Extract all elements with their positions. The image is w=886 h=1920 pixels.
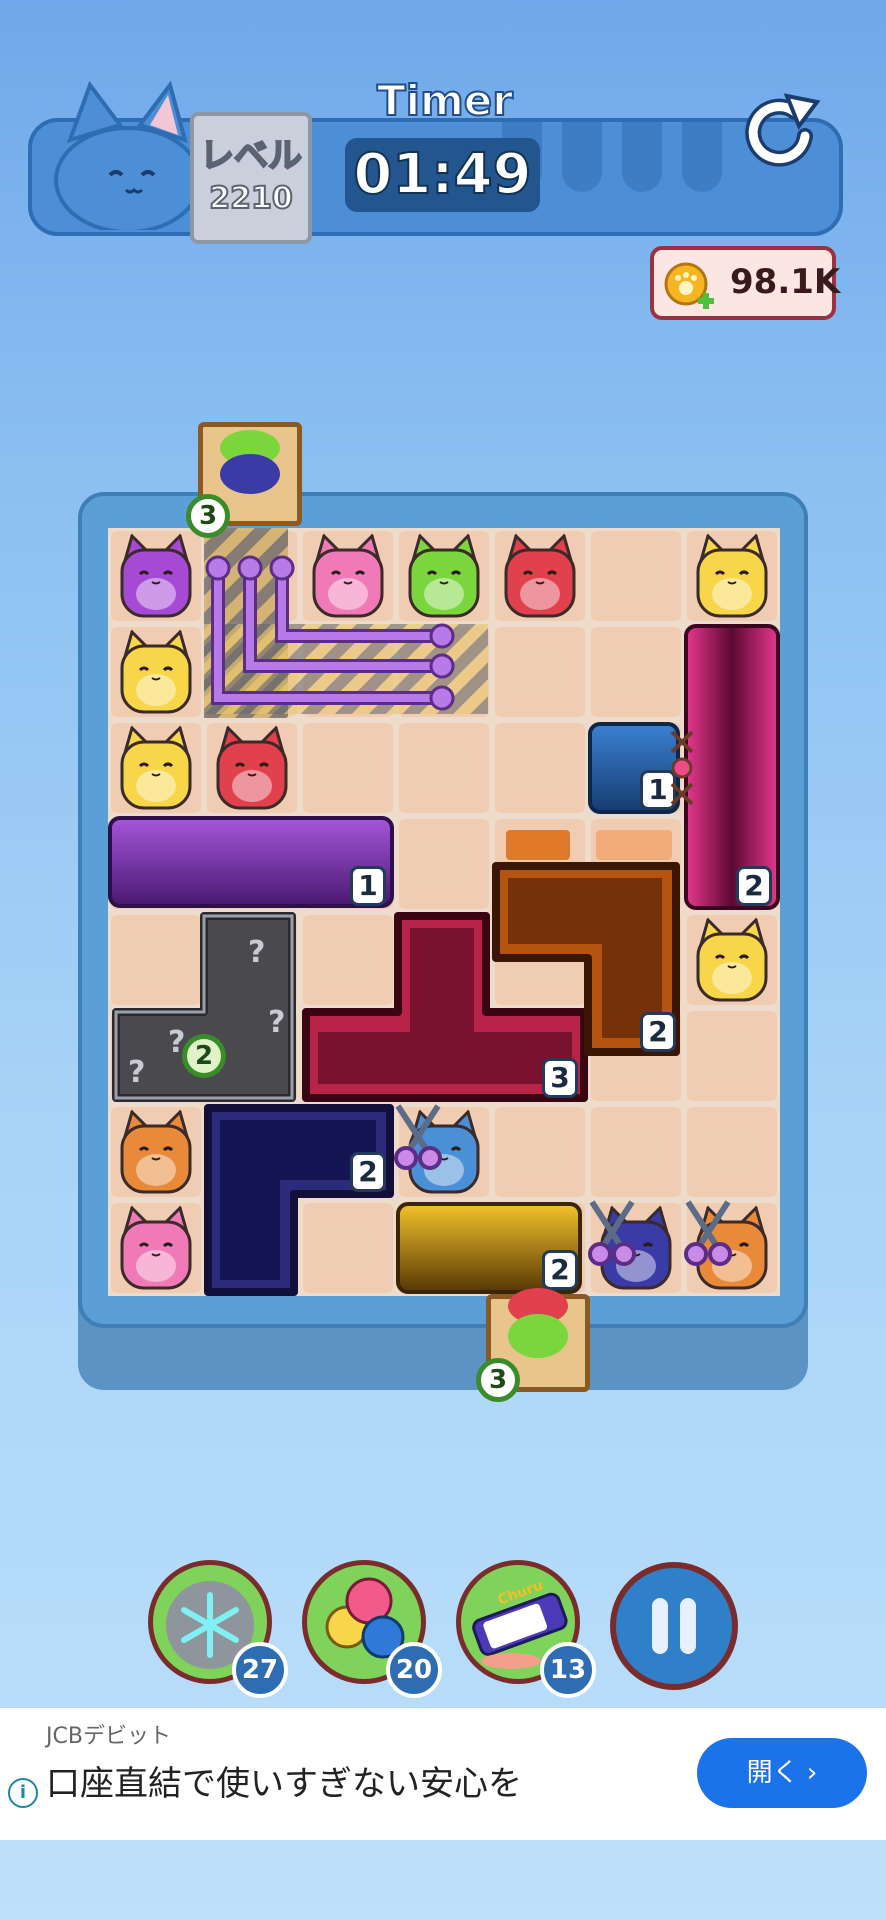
block-count-badge: 1 [350,866,386,906]
cat-icon[interactable] [212,726,292,810]
level-number: 2210 [208,180,294,217]
grid-cell [591,627,681,717]
cat-icon[interactable] [116,1206,196,1290]
ad-brand: JCBデビット [46,1724,171,1749]
blue-cat-mascot-icon [54,80,200,230]
banner-stripe [682,122,722,192]
navy-l-block[interactable] [204,1104,394,1296]
cat-icon[interactable] [116,726,196,810]
pause-button[interactable] [610,1562,738,1690]
svg-text:?: ? [248,935,265,970]
box-cats-icon [220,430,280,494]
cat-icon[interactable] [404,534,484,618]
level-label: レベル [199,135,303,177]
grid-cell [495,627,585,717]
ad-open-button[interactable]: 開く › [697,1738,867,1808]
timer-label: Timer [376,75,514,126]
ad-banner[interactable]: JCBデビット 口座直結で使いすぎない安心を i 開く › [0,1708,886,1840]
ad-message: 口座直結で使いすぎない安心を [46,1764,522,1804]
box-cats-icon [508,1288,568,1358]
block-count-badge: 2 [640,1012,676,1052]
level-indicator: レベル 2210 [190,112,312,244]
grid-cell [495,723,585,813]
cat-icon[interactable] [116,534,196,618]
block-count-badge: 3 [542,1058,578,1098]
paw-coin-icon [664,262,714,309]
grid-cell [591,531,681,621]
timer-value: 01:49 [345,138,540,212]
grid-cell [495,1107,585,1197]
grid-cell [591,1107,681,1197]
scissors-icon [684,1200,732,1266]
box-count-badge: 3 [476,1358,520,1402]
pause-icon [652,1598,696,1654]
cat-icon[interactable] [116,1110,196,1194]
cat-icon[interactable] [116,630,196,714]
block-count-badge: 2 [182,1034,226,1078]
coin-amount: 98.1K [730,262,841,302]
ad-open-label: 開く [746,1758,799,1788]
scissors-icon [588,1200,636,1266]
cat-icon[interactable] [692,918,772,1002]
booster-count: 13 [540,1642,596,1698]
svg-text:?: ? [128,1055,145,1090]
banner-stripe [622,122,662,192]
banner-stripe [562,122,602,192]
scissors-icon [394,1104,442,1170]
booster-count: 27 [232,1642,288,1698]
orange-slot [596,830,672,860]
grid-cell [687,1011,777,1101]
svg-text:?: ? [268,1005,285,1040]
grid-cell [303,723,393,813]
block-count-badge: 2 [736,866,772,906]
box-count-badge: 3 [186,494,230,538]
restart-button[interactable] [735,88,825,178]
booster-count: 20 [386,1642,442,1698]
cat-icon[interactable] [692,534,772,618]
cat-icon[interactable] [500,534,580,618]
ad-info-icon[interactable]: i [8,1778,38,1808]
coin-balance[interactable]: 98.1K [650,246,840,320]
ribbon-lock-icon [670,730,694,806]
cat-icon[interactable] [308,534,388,618]
orange-slot [506,830,570,860]
grid-cell [687,1107,777,1197]
grid-cell [399,819,489,909]
block-count-badge: 2 [350,1152,386,1192]
grid-cell [399,723,489,813]
